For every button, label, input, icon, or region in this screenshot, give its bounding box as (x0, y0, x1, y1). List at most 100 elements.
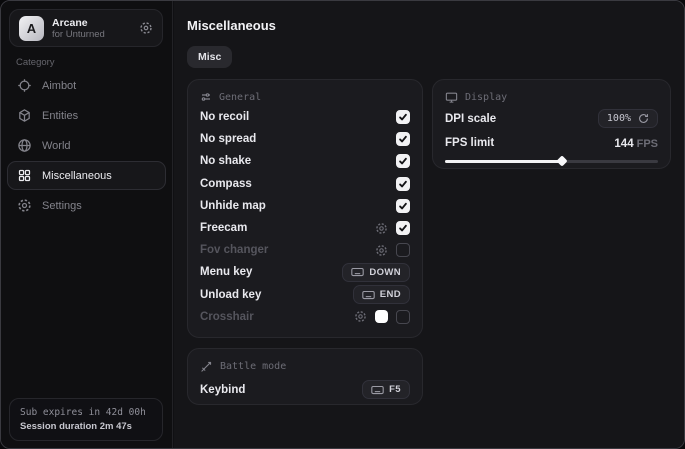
refresh-icon[interactable] (638, 113, 649, 124)
sync-icon[interactable] (139, 21, 153, 35)
menu-keybind-chip[interactable]: DOWN (342, 263, 410, 282)
unhide-map-checkbox[interactable] (396, 199, 410, 213)
dpi-scale-row: DPI scale 100% (445, 106, 658, 131)
setting-row-compass: Compass (200, 173, 410, 195)
setting-row-menu-key: Menu key DOWN (200, 261, 410, 283)
menu-keybind-value: DOWN (369, 267, 401, 278)
setting-row-unhide-map: Unhide map (200, 195, 410, 217)
sidebar-item-label: Entities (42, 110, 78, 122)
battle-card-header: Battle mode (200, 360, 410, 373)
sidebar-item-entities[interactable]: Entities (7, 101, 166, 130)
setting-label: Unhide map (200, 200, 266, 212)
setting-row-no-spread: No spread (200, 128, 410, 150)
keyboard-icon (351, 267, 364, 277)
setting-label: Menu key (200, 266, 252, 278)
sidebar-item-miscellaneous[interactable]: Miscellaneous (7, 161, 166, 190)
setting-label: Compass (200, 178, 252, 190)
app-window: A Arcane for Unturned Category Aimbot (0, 0, 685, 449)
setting-row-unload-key: Unload key END (200, 284, 410, 306)
globe-icon (17, 138, 32, 153)
fps-limit-row: FPS limit 144 FPS (445, 133, 658, 153)
general-rows: No recoil No spread No shake Compass Unh (200, 106, 410, 328)
setting-row-crosshair: Crosshair (200, 306, 410, 328)
slider-fill (445, 160, 562, 163)
sub-expiry-text: Sub expires in 42d 00h (20, 407, 152, 418)
monitor-icon (445, 91, 458, 104)
no-recoil-checkbox[interactable] (396, 110, 410, 124)
crosshair-settings-gear-icon[interactable] (354, 310, 367, 323)
display-card-title: Display (465, 92, 507, 103)
keyboard-icon (362, 290, 375, 300)
sidebar: A Arcane for Unturned Category Aimbot (1, 1, 173, 448)
sidebar-section-label: Category (16, 57, 55, 68)
battle-mode-card: Battle mode Keybind F5 (187, 348, 423, 405)
sidebar-item-label: Settings (42, 200, 82, 212)
fps-limit-value: 144 (614, 138, 633, 150)
sidebar-item-world[interactable]: World (7, 131, 166, 160)
setting-label: Fov changer (200, 244, 268, 256)
unload-keybind-chip[interactable]: END (353, 285, 410, 304)
sidebar-item-label: Miscellaneous (42, 170, 112, 182)
setting-row-fov-changer: Fov changer (200, 239, 410, 261)
keyboard-icon (371, 385, 384, 395)
no-shake-checkbox[interactable] (396, 154, 410, 168)
sidebar-item-aimbot[interactable]: Aimbot (7, 71, 166, 100)
setting-row-no-shake: No shake (200, 150, 410, 172)
freecam-settings-gear-icon[interactable] (375, 222, 388, 235)
crosshair-icon (17, 78, 32, 93)
setting-label: No shake (200, 155, 251, 167)
dpi-scale-label: DPI scale (445, 113, 496, 125)
setting-label: Crosshair (200, 311, 254, 323)
fov-settings-gear-icon[interactable] (375, 244, 388, 257)
fps-limit-value-group: 144 FPS (614, 134, 658, 152)
general-card-header: General (200, 91, 410, 103)
main-panel: Miscellaneous Misc General No recoil No … (174, 1, 684, 448)
app-identity-text: Arcane for Unturned (52, 17, 105, 40)
setting-row-no-recoil: No recoil (200, 106, 410, 128)
crosshair-checkbox[interactable] (396, 310, 410, 324)
sidebar-item-label: Aimbot (42, 80, 76, 92)
setting-label: Unload key (200, 289, 261, 301)
compass-checkbox[interactable] (396, 177, 410, 191)
setting-row-freecam: Freecam (200, 217, 410, 239)
unload-keybind-value: END (380, 289, 401, 300)
freecam-checkbox[interactable] (396, 221, 410, 235)
general-card: General No recoil No spread No shake Com… (187, 79, 423, 338)
dpi-scale-value: 100% (607, 113, 631, 124)
fps-limit-unit: FPS (637, 138, 658, 150)
app-title: Arcane (52, 17, 105, 29)
subscription-card: Sub expires in 42d 00h Session duration … (9, 398, 163, 441)
app-identity-card: A Arcane for Unturned (9, 9, 163, 47)
battle-keybind-label: Keybind (200, 384, 245, 396)
crosshair-color-swatch[interactable] (375, 310, 388, 323)
app-subtitle: for Unturned (52, 29, 105, 40)
battle-keybind-chip[interactable]: F5 (362, 380, 410, 399)
display-card-header: Display (445, 91, 658, 104)
no-spread-checkbox[interactable] (396, 132, 410, 146)
tab-misc[interactable]: Misc (187, 46, 232, 68)
slider-thumb[interactable] (556, 155, 567, 166)
sidebar-item-label: World (42, 140, 71, 152)
display-card: Display DPI scale 100% FPS limit 144 FPS (432, 79, 671, 169)
general-card-title: General (219, 92, 261, 103)
dpi-scale-control[interactable]: 100% (598, 109, 658, 128)
gear-icon (17, 198, 32, 213)
setting-label: Freecam (200, 222, 247, 234)
fov-changer-checkbox[interactable] (396, 243, 410, 257)
grid-icon (17, 168, 32, 183)
sidebar-nav: Aimbot Entities World Miscellaneous (7, 71, 166, 220)
page-title: Miscellaneous (187, 18, 276, 33)
sword-icon (200, 360, 213, 373)
fps-limit-slider[interactable] (445, 156, 658, 166)
sidebar-item-settings[interactable]: Settings (7, 191, 166, 220)
battle-keybind-value: F5 (389, 384, 401, 395)
setting-label: No recoil (200, 111, 249, 123)
sliders-icon (200, 91, 212, 103)
fps-limit-label: FPS limit (445, 137, 494, 149)
battle-keybind-row: Keybind F5 (200, 377, 410, 402)
session-duration-text: Session duration 2m 47s (20, 421, 152, 432)
setting-label: No spread (200, 133, 256, 145)
app-logo: A (19, 16, 44, 41)
cube-icon (17, 108, 32, 123)
battle-card-title: Battle mode (220, 361, 286, 372)
